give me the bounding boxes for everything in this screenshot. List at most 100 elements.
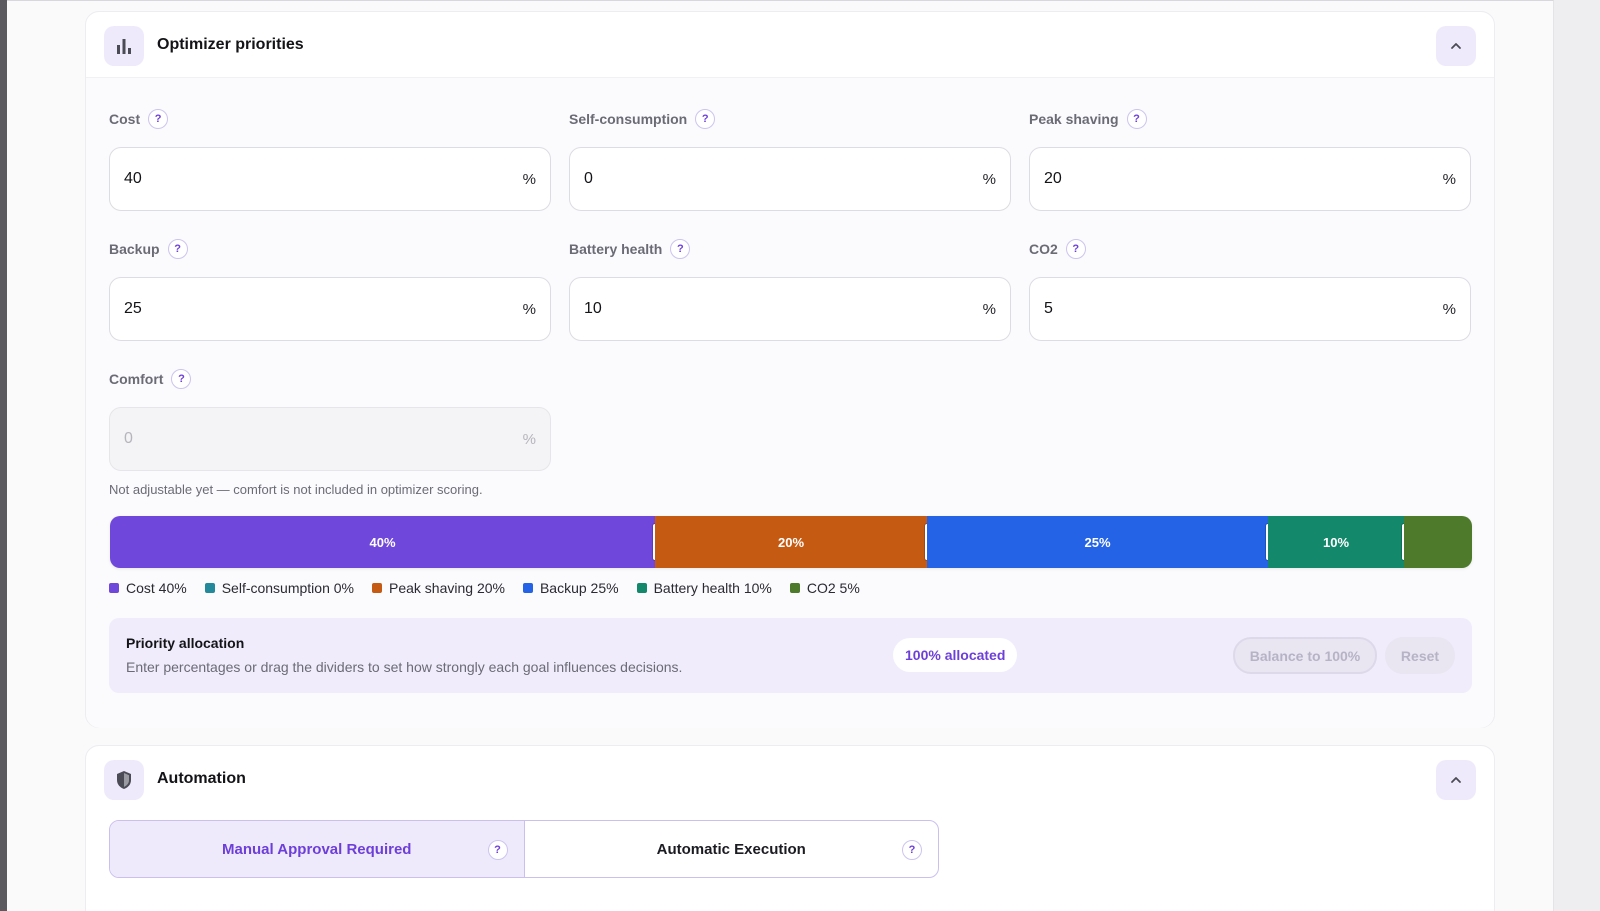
chevron-up-icon <box>1451 777 1461 783</box>
help-icon[interactable]: ? <box>1065 239 1086 259</box>
section-title: Automation <box>157 770 246 787</box>
bar-segment-peak-shaving: 20% <box>655 516 927 568</box>
comfort-hint: Not adjustable yet — comfort is not incl… <box>109 482 483 497</box>
automatic-execution-option[interactable]: Automatic Execution ? <box>525 821 939 877</box>
allocation-subtitle: Enter percentages or drag the dividers t… <box>126 659 683 675</box>
peak-shaving-input-box: % <box>1029 147 1471 211</box>
legend-label: Battery health 10% <box>653 580 772 596</box>
optimizer-priorities-card: Optimizer priorities Cost ? % <box>85 11 1495 728</box>
legend-item: Backup 25% <box>522 580 619 596</box>
window-edge <box>0 0 7 911</box>
percent-unit: % <box>1442 170 1456 188</box>
battery-health-input[interactable] <box>584 300 983 318</box>
priority-allocation-panel: Priority allocation Enter percentages or… <box>109 618 1472 693</box>
percent-unit: % <box>522 300 536 318</box>
peak-shaving-label: Peak shaving <box>1029 111 1119 127</box>
legend-item: Self-consumption 0% <box>204 580 354 596</box>
bar-segment-co2 <box>1404 516 1472 568</box>
comfort-field: Comfort ? % <box>109 368 551 471</box>
comfort-label: Comfort <box>109 371 164 387</box>
allocation-legend: Cost 40% Self-consumption 0% Peak shaving … <box>109 580 860 596</box>
backup-input-box: % <box>109 277 551 341</box>
co2-label: CO2 <box>1029 241 1058 257</box>
bar-segment-label: 25% <box>1084 534 1111 550</box>
cost-label: Cost <box>109 111 141 127</box>
allocation-bar: 40% 20% 25% 10% <box>110 516 1472 568</box>
help-icon[interactable]: ? <box>148 109 169 129</box>
legend-swatch <box>204 583 215 593</box>
help-icon[interactable]: ? <box>695 109 716 129</box>
peak-shaving-input[interactable] <box>1044 170 1443 188</box>
bar-segment-label: 10% <box>1322 534 1350 550</box>
legend-item: Battery health 10% <box>636 580 772 596</box>
collapse-button[interactable] <box>1436 760 1476 800</box>
bar-segment-battery-health: 10% <box>1268 516 1404 568</box>
backup-input[interactable] <box>124 300 523 318</box>
bar-segment-label: 20% <box>777 534 805 550</box>
legend-label: Backup 25% <box>539 580 619 596</box>
bar-segment-backup: 25% <box>927 516 1268 568</box>
cost-input[interactable] <box>124 170 523 188</box>
self-consumption-field: Self-consumption ? % <box>569 108 1011 211</box>
collapse-button[interactable] <box>1436 26 1476 66</box>
legend-swatch <box>522 583 533 593</box>
legend-swatch <box>636 583 647 593</box>
legend-swatch <box>372 583 382 593</box>
help-icon[interactable]: ? <box>902 840 922 860</box>
battery-health-input-box: % <box>569 277 1011 341</box>
legend-swatch <box>789 583 800 593</box>
manual-approval-label: Manual Approval Required <box>222 840 412 858</box>
battery-health-field: Battery health ? % <box>569 238 1011 341</box>
legend-label: Peak shaving 20% <box>389 580 505 596</box>
legend-label: Cost 40% <box>126 580 187 596</box>
automation-header: Automation <box>86 746 1494 812</box>
backup-label: Backup <box>109 241 160 257</box>
help-icon[interactable]: ? <box>167 239 188 259</box>
automation-card: Automation Manual Approval Required ? Au… <box>85 745 1495 911</box>
co2-input-box: % <box>1029 277 1471 341</box>
bar-segment-cost: 40% <box>110 516 655 568</box>
cost-field: Cost ? % <box>109 108 551 211</box>
percent-unit: % <box>1442 300 1456 318</box>
help-icon[interactable]: ? <box>487 840 508 860</box>
chevron-up-icon <box>1451 43 1461 49</box>
peak-shaving-field: Peak shaving ? % <box>1029 108 1471 211</box>
help-icon[interactable]: ? <box>171 369 192 389</box>
bar-chart-icon <box>104 26 144 66</box>
self-consumption-label: Self-consumption <box>569 111 688 127</box>
allocation-status-badge: 100% allocated <box>893 638 1018 672</box>
percent-unit: % <box>522 170 536 188</box>
self-consumption-input[interactable] <box>584 170 983 188</box>
cost-input-box: % <box>109 147 551 211</box>
comfort-input <box>124 430 523 448</box>
battery-health-label: Battery health <box>569 241 663 257</box>
optimizer-priorities-body: Cost ? % Self-consumption ? % <box>86 78 1494 728</box>
self-consumption-input-box: % <box>569 147 1011 211</box>
percent-unit: % <box>982 300 996 318</box>
manual-approval-option[interactable]: Manual Approval Required ? <box>110 821 525 877</box>
co2-input[interactable] <box>1044 300 1443 318</box>
legend-label: Self-consumption 0% <box>221 580 354 596</box>
shield-icon <box>104 760 144 800</box>
bar-segment-label: 40% <box>369 534 396 550</box>
automation-mode-toggle: Manual Approval Required ? Automatic Exe… <box>109 820 939 878</box>
allocation-title: Priority allocation <box>126 635 245 651</box>
percent-unit: % <box>982 170 996 188</box>
balance-button[interactable]: Balance to 100% <box>1233 637 1377 674</box>
optimizer-priorities-header: Optimizer priorities <box>86 12 1494 78</box>
help-icon[interactable]: ? <box>670 239 691 259</box>
settings-page: Optimizer priorities Cost ? % <box>7 0 1554 911</box>
reset-button[interactable]: Reset <box>1385 637 1455 674</box>
legend-item: Cost 40% <box>109 580 187 596</box>
percent-unit: % <box>522 430 536 448</box>
help-icon[interactable]: ? <box>1126 109 1147 129</box>
automatic-execution-label: Automatic Execution <box>656 840 806 858</box>
legend-label: CO2 5% <box>806 580 860 596</box>
legend-swatch <box>109 583 119 593</box>
legend-item: CO2 5% <box>789 580 860 596</box>
comfort-input-box: % <box>109 407 551 471</box>
backup-field: Backup ? % <box>109 238 551 341</box>
legend-item: Peak shaving 20% <box>372 580 505 596</box>
section-title: Optimizer priorities <box>157 36 304 53</box>
co2-field: CO2 ? % <box>1029 238 1471 341</box>
